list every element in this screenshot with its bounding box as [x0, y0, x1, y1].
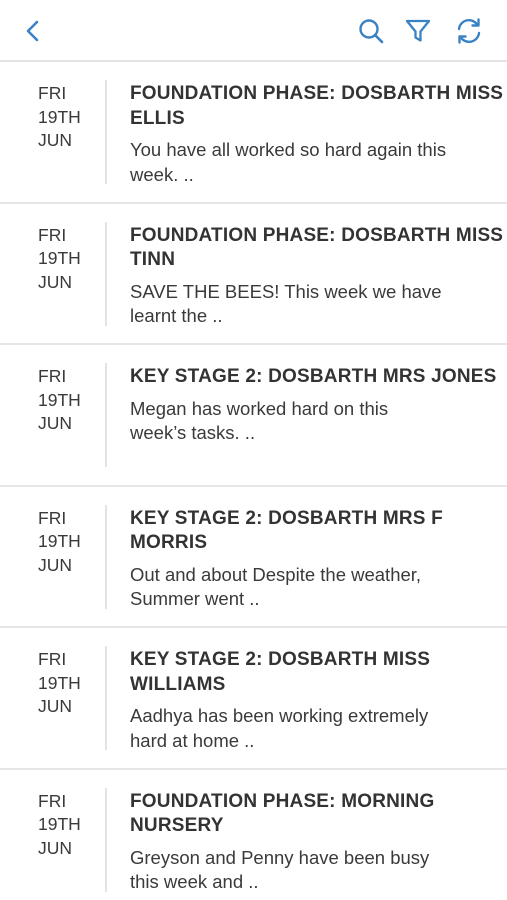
item-preview: Greyson and Penny have been busy this we… — [130, 846, 430, 893]
divider — [105, 363, 107, 467]
item-day: FRI — [38, 507, 67, 528]
list-item[interactable]: FRI 19TH JUN FOUNDATION PHASE: DOSBARTH … — [0, 204, 507, 345]
item-content: FOUNDATION PHASE: DOSBARTH MISS TINN SAV… — [106, 204, 507, 344]
item-date-number: 19TH — [38, 248, 81, 268]
list-item[interactable]: FRI 19TH JUN KEY STAGE 2: DOSBARTH MRS J… — [0, 345, 507, 487]
filter-button[interactable] — [401, 14, 435, 48]
item-preview: SAVE THE BEES! This week we have learnt … — [130, 280, 442, 327]
item-date: FRI 19TH JUN — [0, 628, 106, 768]
item-date-number: 19TH — [38, 672, 81, 693]
item-date-number: 19TH — [38, 389, 81, 410]
item-date: FRI 19TH JUN — [0, 204, 106, 344]
item-date: FRI 19TH JUN — [0, 345, 106, 485]
item-preview: Out and about Despite the weather, Summe… — [130, 563, 422, 610]
back-button[interactable] — [16, 14, 50, 48]
item-preview: Megan has worked hard on this week’s tas… — [130, 397, 389, 444]
divider — [105, 787, 107, 892]
item-month: JUN — [38, 554, 73, 575]
divider — [105, 646, 107, 750]
item-month: JUN — [38, 837, 73, 858]
list-item[interactable]: FRI 19TH JUN KEY STAGE 2: DOSBARTH MRS F… — [0, 487, 507, 628]
divider — [105, 221, 107, 326]
item-preview: Aadhya has been working extremely hard a… — [130, 705, 429, 751]
item-date-number: 19TH — [38, 531, 81, 551]
list-item[interactable]: FRI 19TH JUN KEY STAGE 2: DOSBARTH MISS … — [0, 628, 507, 770]
divider — [105, 504, 107, 609]
chevron-left-icon — [26, 20, 39, 42]
refresh-button[interactable] — [452, 14, 486, 48]
item-title: KEY STAGE 2: DOSBARTH MRS JONES — [130, 366, 497, 387]
item-day: FRI — [38, 649, 67, 669]
list-item[interactable]: FRI 19TH JUN FOUNDATION PHASE: DOSBARTH … — [0, 62, 507, 204]
item-title: FOUNDATION PHASE: DOSBARTH MISS TINN — [130, 224, 504, 271]
item-month: JUN — [38, 130, 73, 150]
item-month: JUN — [38, 696, 73, 716]
item-title: KEY STAGE 2: DOSBARTH MRS F MORRIS — [130, 507, 443, 554]
filter-icon — [405, 19, 431, 42]
item-date: FRI 19TH JUN — [0, 770, 106, 900]
divider — [105, 80, 107, 184]
item-month: JUN — [38, 271, 73, 292]
item-day: FRI — [38, 790, 67, 811]
item-date: FRI 19TH JUN — [0, 487, 106, 627]
list-item[interactable]: FRI 19TH JUN FOUNDATION PHASE: MORNING N… — [0, 770, 507, 900]
item-day: FRI — [38, 224, 67, 245]
item-content: FOUNDATION PHASE: DOSBARTH MISS ELLIS Yo… — [106, 62, 507, 202]
news-list: FRI 19TH JUN FOUNDATION PHASE: DOSBARTH … — [0, 62, 507, 900]
refresh-icon — [457, 18, 481, 44]
item-content: KEY STAGE 2: DOSBARTH MRS F MORRIS Out a… — [106, 487, 507, 627]
item-title: KEY STAGE 2: DOSBARTH MISS WILLIAMS — [130, 649, 431, 695]
search-button[interactable] — [354, 14, 388, 48]
item-month: JUN — [38, 413, 73, 433]
top-toolbar — [0, 0, 507, 62]
search-icon — [359, 19, 384, 44]
item-content: KEY STAGE 2: DOSBARTH MISS WILLIAMS Aadh… — [106, 628, 507, 768]
item-date: FRI 19TH JUN — [0, 62, 106, 202]
item-preview: You have all worked so hard again this w… — [130, 139, 447, 185]
item-title: FOUNDATION PHASE: MORNING NURSERY — [130, 790, 435, 837]
item-date-number: 19TH — [38, 814, 81, 834]
item-day: FRI — [38, 83, 67, 103]
item-day: FRI — [38, 366, 67, 386]
item-title: FOUNDATION PHASE: DOSBARTH MISS ELLIS — [130, 83, 504, 129]
item-content: KEY STAGE 2: DOSBARTH MRS JONES Megan ha… — [106, 345, 507, 485]
item-content: FOUNDATION PHASE: MORNING NURSERY Greyso… — [106, 770, 507, 900]
item-date-number: 19TH — [38, 106, 81, 127]
